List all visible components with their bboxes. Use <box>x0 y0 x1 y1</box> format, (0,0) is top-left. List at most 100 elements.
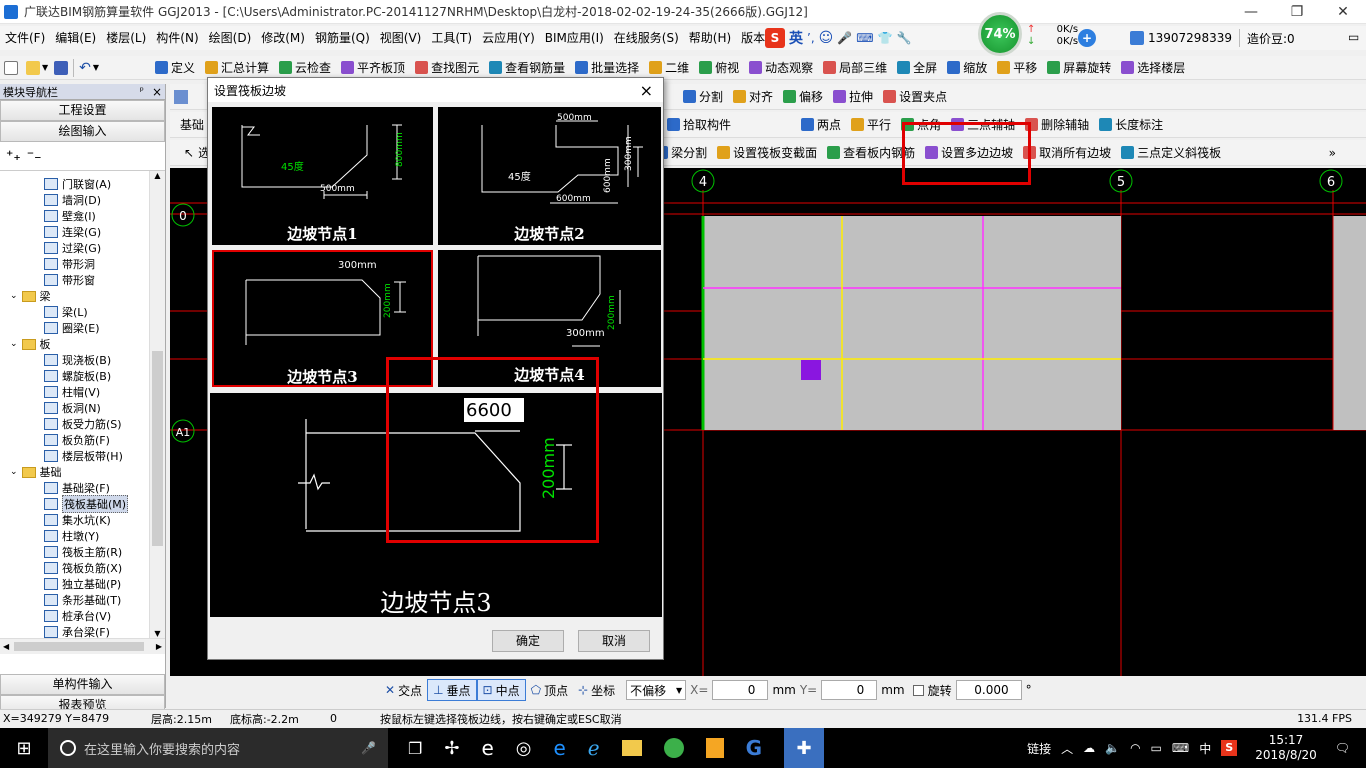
keyboard-icon[interactable]: ⌨ <box>1172 741 1189 755</box>
menu-item[interactable]: 文件(F) <box>0 26 50 50</box>
sogou-icon[interactable]: S <box>765 28 785 48</box>
tree-item[interactable]: 过梁(G) <box>0 240 165 256</box>
mic-icon[interactable]: 🎤 <box>837 31 852 45</box>
new-icon[interactable] <box>4 60 18 75</box>
menu-item[interactable]: 钢筋量(Q) <box>310 26 375 50</box>
close-button[interactable]: ✕ <box>1320 0 1366 24</box>
wifi-icon[interactable]: ◠ <box>1130 741 1140 755</box>
pin-icon[interactable]: ᵖ <box>140 86 144 97</box>
toolbar-button[interactable]: 局部三维 <box>818 57 892 79</box>
notes-app-icon[interactable] <box>705 738 724 758</box>
horizontal-scrollbar[interactable]: ◀ ▶ <box>0 638 165 654</box>
volume-icon[interactable]: 🔈 <box>1105 741 1120 755</box>
green-app-icon[interactable] <box>663 738 684 758</box>
toolbar-button[interactable]: 对齐 <box>728 86 778 108</box>
toolbar-button[interactable]: 动态观察 <box>744 57 818 79</box>
restore-button[interactable]: ❐ <box>1274 0 1320 24</box>
menu-item[interactable]: BIM应用(I) <box>540 26 609 50</box>
chevron-down-icon[interactable]: ⌄ <box>10 291 18 301</box>
clock[interactable]: 15:17 2018/8/20 <box>1255 733 1317 763</box>
minimize-button[interactable]: — <box>1228 0 1274 24</box>
menu-item[interactable]: 工具(T) <box>426 26 477 50</box>
single-component-button[interactable]: 单构件输入 <box>0 674 165 695</box>
slope-node-2[interactable]: 500mm 300mm 600mm 600mm 45度 边坡节点2 <box>438 107 661 245</box>
tree-folder[interactable]: ⌄ 梁 <box>0 288 165 304</box>
tree-item[interactable]: 筏板负筋(X) <box>0 560 165 576</box>
cancel-button[interactable]: 取消 <box>578 630 650 652</box>
keyboard-icon[interactable]: ⌨ <box>856 31 873 45</box>
more-icon[interactable]: » <box>1329 146 1336 160</box>
slope-node-1[interactable]: 45度 500mm 800mm 边坡节点1 <box>212 107 433 245</box>
tree-item[interactable]: 柱帽(V) <box>0 384 165 400</box>
open-icon[interactable] <box>26 60 40 75</box>
chevron-down-icon[interactable]: ⌄ <box>10 467 18 477</box>
tree-item[interactable]: 墙洞(D) <box>0 192 165 208</box>
task-view-icon[interactable]: ❐ <box>408 739 422 758</box>
rotate-input[interactable]: 0.000 <box>955 680 1022 700</box>
dialog-close-icon[interactable]: × <box>640 81 653 100</box>
tree-item[interactable]: 承台梁(F) <box>0 624 165 638</box>
account-phone[interactable]: 13907298339 <box>1148 31 1232 45</box>
tree-item[interactable]: 基础梁(F) <box>0 480 165 496</box>
menu-item[interactable]: 修改(M) <box>256 26 310 50</box>
raft-slab-right[interactable] <box>1333 216 1366 430</box>
ime-punct[interactable]: ’, <box>807 31 815 45</box>
nav-close-icon[interactable]: × <box>152 85 162 99</box>
raft-slab[interactable] <box>702 216 1121 430</box>
net-add-icon[interactable]: + <box>1078 29 1096 47</box>
ie-blue-icon[interactable]: ℯ <box>588 736 600 760</box>
tools-icon[interactable]: 🔧 <box>896 31 911 45</box>
menu-item[interactable]: 视图(V) <box>375 26 427 50</box>
toolbar-button[interactable]: 取消所有边坡 <box>1018 142 1116 164</box>
chevron-up-icon[interactable]: ︿ <box>1061 740 1073 757</box>
tree-item[interactable]: 筏板基础(M) <box>0 495 165 513</box>
open-dropdown-icon[interactable]: ▼ <box>42 63 48 72</box>
toolbar-button[interactable]: 汇总计算 <box>200 57 274 79</box>
sogou-tray-icon[interactable]: S <box>1221 740 1238 756</box>
tree-item[interactable]: 梁(L) <box>0 304 165 320</box>
toolbar-button[interactable]: 缩放 <box>942 57 992 79</box>
tree-item[interactable]: 带形洞 <box>0 256 165 272</box>
tree-item[interactable]: 板负筋(F) <box>0 432 165 448</box>
toolbar-button[interactable]: 查找图元 <box>410 57 484 79</box>
toolbar-button[interactable]: 查看钢筋量 <box>484 57 570 79</box>
toolbar-button[interactable]: 设置夹点 <box>878 86 952 108</box>
menu-item[interactable]: 帮助(H) <box>684 26 736 50</box>
tree-scrollbar[interactable]: ▲ ▼ <box>149 171 165 638</box>
tree-item[interactable]: 现浇板(B) <box>0 352 165 368</box>
toolbar-edit-start-icon[interactable] <box>174 89 188 104</box>
toolbar-button[interactable]: 平移 <box>992 57 1042 79</box>
net-speed-widget[interactable]: 74% <box>978 12 1022 56</box>
menu-item[interactable]: 在线服务(S) <box>609 26 684 50</box>
snap-button[interactable]: ⊡ 中点 <box>476 679 526 701</box>
ribbon-toggle-icon[interactable]: ▭ <box>1348 30 1359 44</box>
tree-item[interactable]: 柱墩(Y) <box>0 528 165 544</box>
undo-icon[interactable]: ↶ <box>79 60 91 76</box>
scroll-thumb[interactable] <box>152 351 163 546</box>
toolbar-button[interactable]: 定义 <box>150 57 200 79</box>
toolbar-button[interactable]: 三点定义斜筏板 <box>1116 142 1226 164</box>
tree-item[interactable]: 板受力筋(S) <box>0 416 165 432</box>
notification-icon[interactable]: 🗨 <box>1335 741 1350 755</box>
edge-icon[interactable]: e <box>553 736 565 760</box>
toolbar-button[interactable]: 全屏 <box>892 57 942 79</box>
toolbar-button[interactable]: 云检查 <box>274 57 336 79</box>
undo-dropdown-icon[interactable]: ▼ <box>93 63 99 72</box>
glodon-app-icon[interactable]: ✚ <box>784 728 825 768</box>
toolbar-button[interactable]: 批量选择 <box>570 57 644 79</box>
ie-icon[interactable]: e <box>481 736 493 760</box>
tree-item[interactable]: 壁龛(I) <box>0 208 165 224</box>
expand-all-icon[interactable]: ⁺₊ <box>6 148 21 164</box>
tree-folder[interactable]: ⌄ 基础 <box>0 464 165 480</box>
account-beans[interactable]: 造价豆:0 <box>1247 30 1295 47</box>
browser-icon[interactable]: ◎ <box>516 738 532 759</box>
snap-button[interactable]: ✕ 交点 <box>380 679 427 701</box>
menu-item[interactable]: 绘图(D) <box>204 26 257 50</box>
tree-item[interactable]: 筏板主筋(R) <box>0 544 165 560</box>
toolbar-button[interactable]: 偏移 <box>778 86 828 108</box>
file-explorer-icon[interactable] <box>621 740 642 756</box>
windows-start-icon[interactable]: ⊞ <box>0 738 48 759</box>
rotate-checkbox[interactable] <box>912 684 924 696</box>
toolbar-button[interactable]: 选择楼层 <box>1116 57 1190 79</box>
fan-app-icon[interactable]: ✢ <box>444 738 459 759</box>
